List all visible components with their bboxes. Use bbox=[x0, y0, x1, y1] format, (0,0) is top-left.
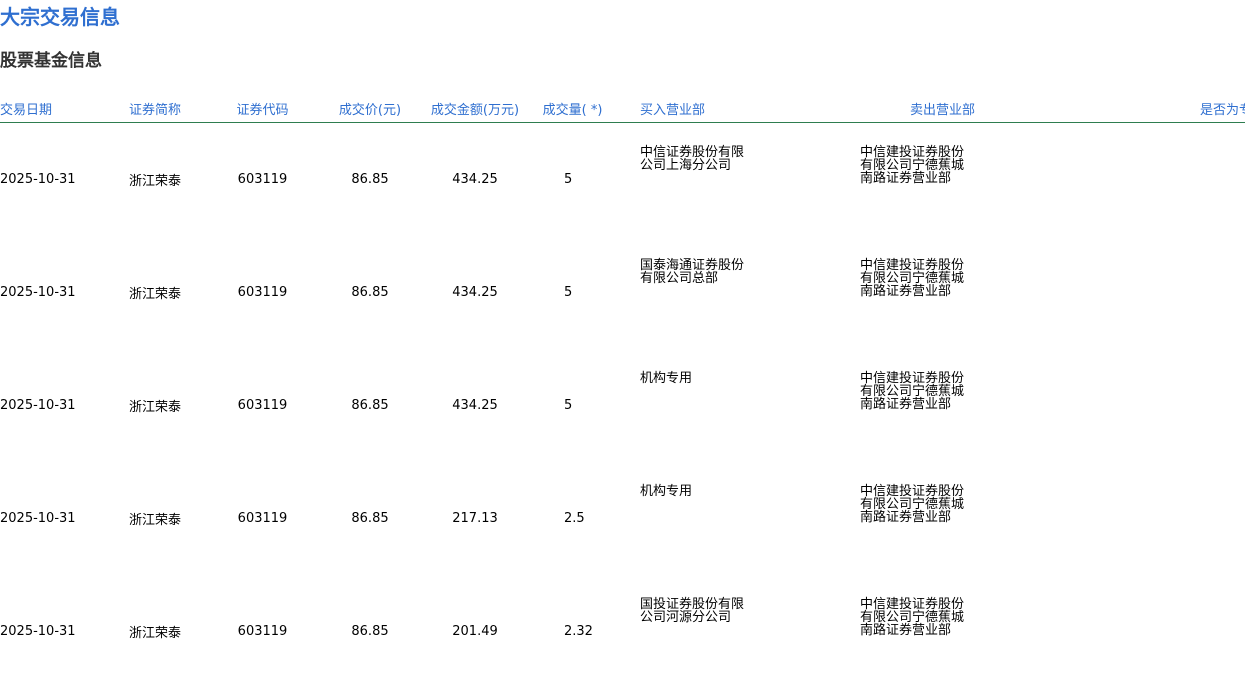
buyer-text: 机构专用 bbox=[640, 485, 746, 498]
cell-volume: 2.5 bbox=[525, 462, 620, 575]
header-security-code: 证券代码 bbox=[210, 94, 315, 123]
section-title: 股票基金信息 bbox=[0, 49, 102, 73]
buyer-text: 中信证券股份有限公司上海分公司 bbox=[640, 146, 746, 172]
cell-buyer: 机构专用 bbox=[620, 349, 840, 462]
table-row: 2025-10-31 浙江荣泰 603119 86.85 201.49 2.32… bbox=[0, 575, 1245, 688]
cell-amount: 434.25 bbox=[425, 236, 525, 349]
header-amount: 成交金额(万元) bbox=[425, 94, 525, 123]
cell-buyer: 国泰海通证券股份有限公司总部 bbox=[620, 236, 840, 349]
page-title: 大宗交易信息 bbox=[0, 4, 120, 30]
seller-text: 中信建投证券股份有限公司宁德蕉城南路证券营业部 bbox=[860, 598, 966, 637]
cell-trade-date: 2025-10-31 bbox=[0, 123, 100, 237]
cell-trade-date: 2025-10-31 bbox=[0, 236, 100, 349]
cell-security-code: 603119 bbox=[210, 575, 315, 688]
cell-amount: 217.13 bbox=[425, 462, 525, 575]
cell-buyer: 机构专用 bbox=[620, 462, 840, 575]
header-row: 交易日期 证券简称 证券代码 成交价(元) 成交金额(万元) 成交量( *) 买… bbox=[0, 94, 1245, 123]
header-volume: 成交量( *) bbox=[525, 94, 620, 123]
table-header: 交易日期 证券简称 证券代码 成交价(元) 成交金额(万元) 成交量( *) 买… bbox=[0, 94, 1245, 123]
header-price: 成交价(元) bbox=[315, 94, 425, 123]
cell-amount: 434.25 bbox=[425, 349, 525, 462]
header-special-session: 是否为专场 bbox=[1175, 94, 1245, 123]
table-body: 2025-10-31 浙江荣泰 603119 86.85 434.25 5 中信… bbox=[0, 123, 1245, 688]
seller-text: 中信建投证券股份有限公司宁德蕉城南路证券营业部 bbox=[860, 259, 966, 298]
buyer-text: 国投证券股份有限公司河源分公司 bbox=[640, 598, 746, 624]
cell-security-name: 浙江荣泰 bbox=[100, 462, 210, 575]
cell-special-session: 否 bbox=[1175, 236, 1245, 349]
cell-trade-date: 2025-10-31 bbox=[0, 575, 100, 688]
block-trade-table: 交易日期 证券简称 证券代码 成交价(元) 成交金额(万元) 成交量( *) 买… bbox=[0, 94, 1245, 688]
header-spacer bbox=[975, 94, 1175, 123]
cell-special-session: 否 bbox=[1175, 575, 1245, 688]
cell-special-session: 否 bbox=[1175, 462, 1245, 575]
table-row: 2025-10-31 浙江荣泰 603119 86.85 217.13 2.5 … bbox=[0, 462, 1245, 575]
cell-volume: 2.32 bbox=[525, 575, 620, 688]
header-buyer: 买入营业部 bbox=[620, 94, 840, 123]
table-row: 2025-10-31 浙江荣泰 603119 86.85 434.25 5 机构… bbox=[0, 349, 1245, 462]
seller-text: 中信建投证券股份有限公司宁德蕉城南路证券营业部 bbox=[860, 146, 966, 185]
cell-seller: 中信建投证券股份有限公司宁德蕉城南路证券营业部 bbox=[840, 236, 975, 349]
cell-special-session: 否 bbox=[1175, 123, 1245, 237]
cell-seller: 中信建投证券股份有限公司宁德蕉城南路证券营业部 bbox=[840, 349, 975, 462]
cell-security-code: 603119 bbox=[210, 236, 315, 349]
cell-buyer: 国投证券股份有限公司河源分公司 bbox=[620, 575, 840, 688]
cell-security-name: 浙江荣泰 bbox=[100, 123, 210, 237]
cell-volume: 5 bbox=[525, 123, 620, 237]
cell-buyer: 中信证券股份有限公司上海分公司 bbox=[620, 123, 840, 237]
cell-price: 86.85 bbox=[315, 123, 425, 237]
seller-text: 中信建投证券股份有限公司宁德蕉城南路证券营业部 bbox=[860, 372, 966, 411]
cell-trade-date: 2025-10-31 bbox=[0, 349, 100, 462]
cell-price: 86.85 bbox=[315, 575, 425, 688]
buyer-text: 机构专用 bbox=[640, 372, 746, 385]
cell-price: 86.85 bbox=[315, 236, 425, 349]
header-trade-date: 交易日期 bbox=[0, 94, 100, 123]
buyer-text: 国泰海通证券股份有限公司总部 bbox=[640, 259, 746, 285]
cell-price: 86.85 bbox=[315, 462, 425, 575]
cell-spacer bbox=[975, 575, 1175, 688]
seller-text: 中信建投证券股份有限公司宁德蕉城南路证券营业部 bbox=[860, 485, 966, 524]
cell-spacer bbox=[975, 123, 1175, 237]
cell-seller: 中信建投证券股份有限公司宁德蕉城南路证券营业部 bbox=[840, 123, 975, 237]
cell-amount: 434.25 bbox=[425, 123, 525, 237]
cell-spacer bbox=[975, 349, 1175, 462]
table-row: 2025-10-31 浙江荣泰 603119 86.85 434.25 5 中信… bbox=[0, 123, 1245, 237]
cell-security-code: 603119 bbox=[210, 462, 315, 575]
cell-volume: 5 bbox=[525, 236, 620, 349]
cell-security-code: 603119 bbox=[210, 123, 315, 237]
cell-seller: 中信建投证券股份有限公司宁德蕉城南路证券营业部 bbox=[840, 462, 975, 575]
cell-spacer bbox=[975, 236, 1175, 349]
cell-trade-date: 2025-10-31 bbox=[0, 462, 100, 575]
cell-price: 86.85 bbox=[315, 349, 425, 462]
cell-amount: 201.49 bbox=[425, 575, 525, 688]
cell-security-name: 浙江荣泰 bbox=[100, 349, 210, 462]
cell-spacer bbox=[975, 462, 1175, 575]
cell-special-session: 否 bbox=[1175, 349, 1245, 462]
header-seller: 卖出营业部 bbox=[840, 94, 975, 123]
block-trade-table-container: 交易日期 证券简称 证券代码 成交价(元) 成交金额(万元) 成交量( *) 买… bbox=[0, 94, 1245, 688]
table-row: 2025-10-31 浙江荣泰 603119 86.85 434.25 5 国泰… bbox=[0, 236, 1245, 349]
cell-volume: 5 bbox=[525, 349, 620, 462]
header-security-name: 证券简称 bbox=[100, 94, 210, 123]
cell-security-name: 浙江荣泰 bbox=[100, 236, 210, 349]
cell-seller: 中信建投证券股份有限公司宁德蕉城南路证券营业部 bbox=[840, 575, 975, 688]
cell-security-name: 浙江荣泰 bbox=[100, 575, 210, 688]
cell-security-code: 603119 bbox=[210, 349, 315, 462]
